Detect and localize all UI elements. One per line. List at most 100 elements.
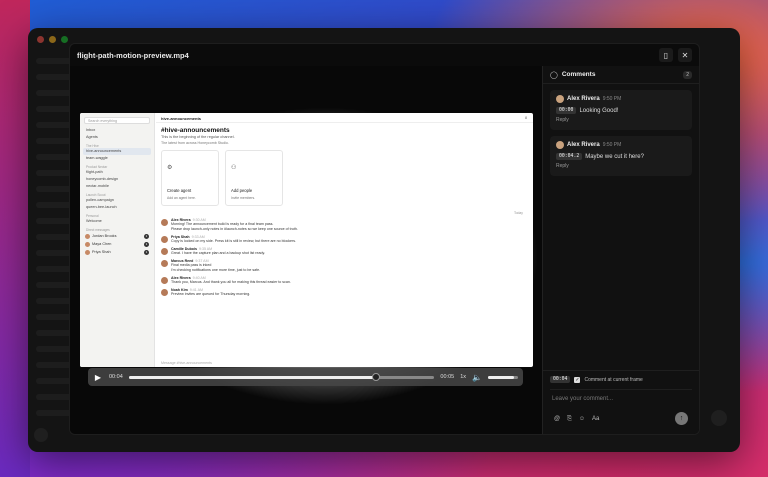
- seek-handle[interactable]: [372, 372, 381, 381]
- frame-date-divider: Today: [513, 211, 523, 215]
- frame-section: The Hive: [86, 144, 99, 148]
- add-reaction-button[interactable]: ☺: [346, 434, 359, 435]
- frame-card: ⚇ Add people Invite members.: [225, 150, 283, 206]
- close-icon: ✕: [681, 50, 689, 60]
- comment-time: 9:50 PM: [602, 142, 622, 148]
- comment-input[interactable]: Leave your comment... @ ⎘ ☺ Aa ↑: [550, 389, 692, 425]
- comment-author: Alex Rivera: [567, 96, 600, 102]
- frame-card: ⚙ Create agent Add an agent here.: [161, 150, 219, 206]
- video-controls: ▶ 00:04 00:05 1x 🔈: [88, 368, 523, 386]
- comments-panel: ◯ Comments 2 Alex Rivera 9:50 PM 00:00 Loo…: [542, 66, 699, 434]
- current-time: 00:04: [109, 374, 123, 380]
- comment-timestamp[interactable]: 00:04.2: [556, 153, 583, 160]
- frame-nav-item: Inbox: [86, 128, 96, 132]
- comments-count: 2: [683, 70, 692, 79]
- volume-button[interactable]: 🔈: [472, 373, 482, 382]
- frame-channel-title: #hive-announcements: [161, 127, 230, 134]
- avatar: [556, 141, 564, 149]
- reaction-celebrate[interactable]: 🙌: [298, 434, 311, 435]
- frame-channel: queen-bee-launch: [86, 205, 117, 209]
- reaction-bar: 😂 😡 😮 🙌 👍 👎 ☺: [250, 434, 359, 435]
- play-icon: ▶: [94, 372, 102, 382]
- frame-section: Personal: [86, 214, 99, 218]
- arrow-up-icon: ↑: [679, 415, 684, 422]
- frame-channel-active: hive-announcements: [83, 148, 151, 155]
- avatar: [556, 95, 564, 103]
- seek-progress: [128, 375, 377, 379]
- seek-bar[interactable]: [128, 372, 435, 381]
- comment-text: Looking Good!: [579, 107, 619, 114]
- frame-channel-sub2: The latest from across Honeycomb Studio.: [161, 141, 229, 145]
- volume-level: [488, 375, 514, 379]
- emoji-icon[interactable]: ☺: [579, 416, 585, 423]
- frame-message: Priya Shah 9:33 AM Copy is locked on my si…: [156, 234, 533, 245]
- attach-icon[interactable]: ⎘: [567, 416, 572, 423]
- frame-search: Search everything: [84, 117, 150, 124]
- frame-channel-header: hive-announcements 8: [156, 113, 533, 123]
- frame-section: Direct messages: [86, 228, 110, 232]
- comment-composer: 00:04 ✓ Comment at current frame Leave y…: [543, 370, 699, 434]
- desktop-wallpaper: [0, 0, 30, 477]
- sidebar-icon: ▯: [663, 50, 669, 60]
- frame-message: Camille Dubois 9:35 AM Great. I have the c…: [156, 246, 533, 257]
- frame-channel: pollen-campaign: [86, 198, 114, 202]
- reaction-wow[interactable]: 😮: [282, 434, 295, 435]
- modal-header: flight-path-motion-preview.mp4 ▯ ✕: [70, 44, 699, 66]
- reaction-laugh[interactable]: 😂: [250, 434, 263, 435]
- frame-channel: nectar-mobile: [86, 184, 110, 188]
- comment-card: Alex Rivera 9:50 PM 00:00 Looking Good! Re…: [550, 90, 692, 130]
- send-button[interactable]: ↑: [675, 412, 688, 425]
- comment-at-frame-checkbox[interactable]: ✓: [574, 376, 581, 383]
- comment-input-placeholder: Leave your comment...: [552, 396, 614, 402]
- reply-button[interactable]: Reply: [556, 163, 686, 169]
- current-frame-stamp: 00:04: [550, 376, 571, 383]
- duration: 00:05: [440, 374, 455, 380]
- comment-card: Alex Rivera 9:50 PM 00:04.2 Maybe we cut i…: [550, 136, 692, 176]
- frame-message: Noah Kim 9:41 AM Preview invites are queue…: [156, 287, 533, 298]
- speaker-icon: 🔈: [472, 372, 482, 382]
- frame-dm: Priya Shah 1: [80, 248, 154, 256]
- frame-message: Alex Rivera 9:30 AM Morning! The announcem…: [156, 217, 533, 233]
- comment-time: 9:50 PM: [602, 96, 622, 102]
- reaction-angry[interactable]: 😡: [266, 434, 279, 435]
- comments-title: Comments: [561, 71, 596, 78]
- sidebar-toggle-button[interactable]: ▯: [659, 48, 673, 62]
- composer-tools: @ ⎘ ☺ Aa: [554, 416, 599, 423]
- video-preview-modal: flight-path-motion-preview.mp4 ▯ ✕ Searc…: [69, 43, 700, 435]
- frame-message: Marcus Reed 9:37 AM Final media pass is in…: [156, 258, 533, 274]
- comments-header: ◯ Comments 2: [543, 66, 699, 84]
- comment-icon: ◯: [550, 71, 558, 79]
- avatar: [85, 249, 90, 255]
- modal-title: flight-path-motion-preview.mp4: [77, 50, 189, 60]
- frame-cards: ⚙ Create agent Add an agent here. ⚇ Add peo…: [156, 147, 533, 209]
- close-button[interactable]: ✕: [678, 48, 692, 62]
- avatar: [85, 233, 90, 239]
- format-button[interactable]: Aa: [592, 416, 599, 423]
- frame-channel: flight-path: [86, 170, 103, 174]
- video-frame: Search everything Inbox Agents The Hive …: [80, 113, 533, 367]
- frame-main: hive-announcements 8 #hive-announcements …: [156, 113, 533, 367]
- mention-icon[interactable]: @: [554, 416, 560, 423]
- frame-channel: team-waggle: [86, 156, 108, 160]
- frame-dm: Maya Chen 1: [80, 240, 154, 248]
- avatar: [85, 241, 90, 247]
- frame-channel: Welcome: [86, 219, 102, 223]
- comment-at-frame-label: Comment at current frame: [584, 376, 643, 383]
- frame-message: Alex Rivera 9:40 AM Thank you, Marcus. And…: [156, 275, 533, 286]
- reaction-thumbs-down[interactable]: 👎: [330, 434, 343, 435]
- video-player[interactable]: Search everything Inbox Agents The Hive …: [70, 66, 542, 434]
- reaction-thumbs-up[interactable]: 👍: [314, 434, 327, 435]
- frame-section: Product Nectar: [86, 165, 108, 169]
- comment-timestamp[interactable]: 00:00: [556, 107, 577, 114]
- play-button[interactable]: ▶: [93, 373, 103, 382]
- reply-button[interactable]: Reply: [556, 117, 686, 123]
- speed-button[interactable]: 1x: [460, 374, 466, 380]
- volume-slider[interactable]: [488, 375, 518, 379]
- frame-section: Launch Scout: [86, 193, 106, 197]
- comment-author: Alex Rivera: [567, 142, 600, 148]
- frame-sidebar: Search everything Inbox Agents The Hive …: [80, 113, 155, 367]
- frame-channel: honeycomb-design: [86, 177, 119, 181]
- comment-text: Maybe we cut it here?: [585, 153, 644, 160]
- agent-icon: ⚙: [167, 165, 173, 171]
- add-person-icon: ⚇: [231, 165, 237, 171]
